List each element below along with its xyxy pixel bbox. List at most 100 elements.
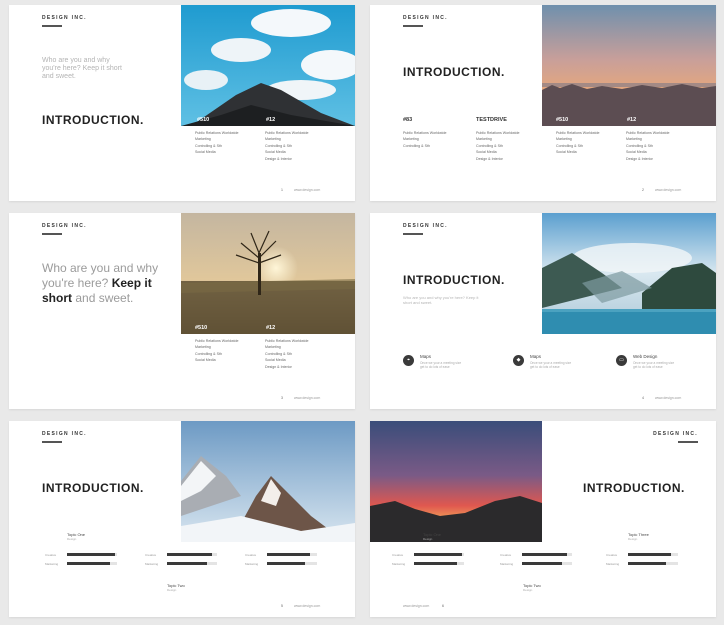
progress-fill — [628, 553, 671, 556]
list-b: Public Relations Worldwide Marketing Con… — [476, 130, 546, 162]
progress-fill — [67, 562, 110, 565]
brand-underline — [678, 441, 698, 443]
topic-one: Topic One Design — [423, 532, 441, 541]
list-a: Public Relations Worldwide Marketing Con… — [403, 130, 473, 149]
feature-title: Maps — [420, 354, 432, 359]
list-b: Public Relations Worldwide Marketing Con… — [265, 130, 335, 162]
list-item: Social Media — [195, 150, 216, 155]
progress-bar — [167, 553, 217, 556]
footer-url: www.design.com — [655, 188, 682, 192]
progress-fill — [167, 553, 212, 556]
progress-bar — [267, 562, 317, 565]
photo-tree-field — [181, 213, 355, 334]
list-d: Public Relations Worldwide Marketing Con… — [626, 130, 696, 162]
monitor-icon[interactable]: ▭ — [616, 355, 627, 366]
photo-mountain-lake — [542, 213, 716, 334]
progress-fill — [267, 562, 305, 565]
feature-title: Web Design — [633, 354, 658, 359]
slide-2[interactable]: DESIGN INC. INTRODUCTION. #83 TESTDRIVE … — [370, 5, 716, 201]
progress-bar — [414, 562, 464, 565]
tag-b: #12 — [266, 117, 276, 123]
bar-label: Marketing — [145, 562, 159, 566]
progress-bar — [67, 562, 117, 565]
photo-city-sunset — [542, 5, 716, 126]
slide-title: INTRODUCTION. — [403, 273, 505, 287]
list-c: Public Relations Worldwide Marketing Con… — [556, 130, 626, 156]
feature-desc: Once we your a meeting size get to do lo… — [420, 361, 462, 370]
page-number: 3 — [281, 396, 283, 400]
footer-url: www.design.com — [655, 396, 682, 400]
topic-sub: Design — [67, 537, 77, 541]
list-a: Public Relations Worldwide Marketing Con… — [195, 130, 265, 156]
page-number: 2 — [642, 188, 644, 192]
tag-c: #510 — [556, 117, 569, 123]
topic-three: Topic Three Design — [628, 532, 649, 541]
list-b: Public Relations Worldwide Marketing Con… — [265, 338, 335, 370]
bar-label: Creative — [245, 553, 257, 557]
progress-fill — [414, 562, 457, 565]
slide-title: INTRODUCTION. — [42, 481, 144, 495]
footer-url: www.design.com — [294, 604, 321, 608]
progress-bar — [414, 553, 464, 556]
page-number: 6 — [442, 604, 444, 608]
lead-part: and sweet. — [75, 291, 134, 305]
page-number: 4 — [642, 396, 644, 400]
progress-fill — [267, 553, 310, 556]
topic-sub: Design — [423, 537, 433, 541]
slide-6[interactable]: DESIGN INC. INTRODUCTION. Topic One Desig… — [370, 421, 716, 617]
slide-4[interactable]: DESIGN INC. INTRODUCTION. Who are you an… — [370, 213, 716, 409]
progress-bar — [628, 553, 678, 556]
bar-label: Marketing — [606, 562, 620, 566]
compass-icon[interactable]: ◆ — [513, 355, 524, 366]
tag-b: TESTDRIVE — [476, 117, 507, 123]
brand-name: DESIGN INC. — [403, 223, 448, 229]
footer-url: www.design.com — [294, 396, 321, 400]
list-item: Controlling & Sth — [403, 143, 430, 148]
brand-underline — [42, 25, 62, 27]
photo-snowy-peaks — [181, 421, 355, 542]
progress-bar — [522, 562, 572, 565]
footer-url: www.design.com — [403, 604, 430, 608]
slide-1[interactable]: DESIGN INC. Who are you and why you're h… — [9, 5, 355, 201]
footer-url: www.design.com — [294, 188, 321, 192]
slide-5[interactable]: DESIGN INC. INTRODUCTION. Topic One Desig… — [9, 421, 355, 617]
brand-name: DESIGN INC. — [42, 223, 87, 229]
tag-a: #510 — [197, 117, 210, 123]
slide-title: INTRODUCTION. — [403, 65, 505, 79]
topic-two: Topic Two Design — [523, 583, 541, 592]
feature-desc: Once we your a meeting size get to do lo… — [633, 361, 675, 370]
brand-underline — [403, 233, 423, 235]
bar-label: Creative — [145, 553, 157, 557]
list-item: Design & Interior — [265, 364, 292, 369]
progress-fill — [628, 562, 666, 565]
slide-3[interactable]: DESIGN INC. Who are you and why you're h… — [9, 213, 355, 409]
bar-label: Marketing — [45, 562, 59, 566]
bar-label: Creative — [45, 553, 57, 557]
progress-bar — [67, 553, 117, 556]
list-item: Social Media — [195, 358, 216, 363]
bar-label: Marketing — [500, 562, 514, 566]
tag-d: #12 — [627, 117, 637, 123]
page-number: 5 — [281, 604, 283, 608]
progress-fill — [522, 553, 567, 556]
list-item: Social Media — [556, 150, 577, 155]
progress-fill — [67, 553, 115, 556]
list-item: Design & Interior — [476, 156, 503, 161]
photo-sunset-hills — [370, 421, 542, 542]
photo-mountain-sky — [181, 5, 355, 126]
brand-underline — [403, 25, 423, 27]
feature-desc: Once we your a meeting size get to do lo… — [530, 361, 572, 370]
list-item: Design & Interior — [265, 156, 292, 161]
slide-title: INTRODUCTION. — [583, 481, 685, 495]
location-pin-icon[interactable]: ⌖ — [403, 355, 414, 366]
lead-text: Who are you and why you're here? Keep it… — [42, 57, 122, 80]
topic-sub: Design — [628, 537, 638, 541]
progress-bar — [267, 553, 317, 556]
progress-bar — [522, 553, 572, 556]
bar-label: Marketing — [245, 562, 259, 566]
tag-a: #83 — [403, 117, 413, 123]
tag-b: #12 — [266, 325, 276, 331]
feature-title: Maps — [530, 354, 542, 359]
brand-underline — [42, 233, 62, 235]
brand-name: DESIGN INC. — [653, 431, 698, 437]
